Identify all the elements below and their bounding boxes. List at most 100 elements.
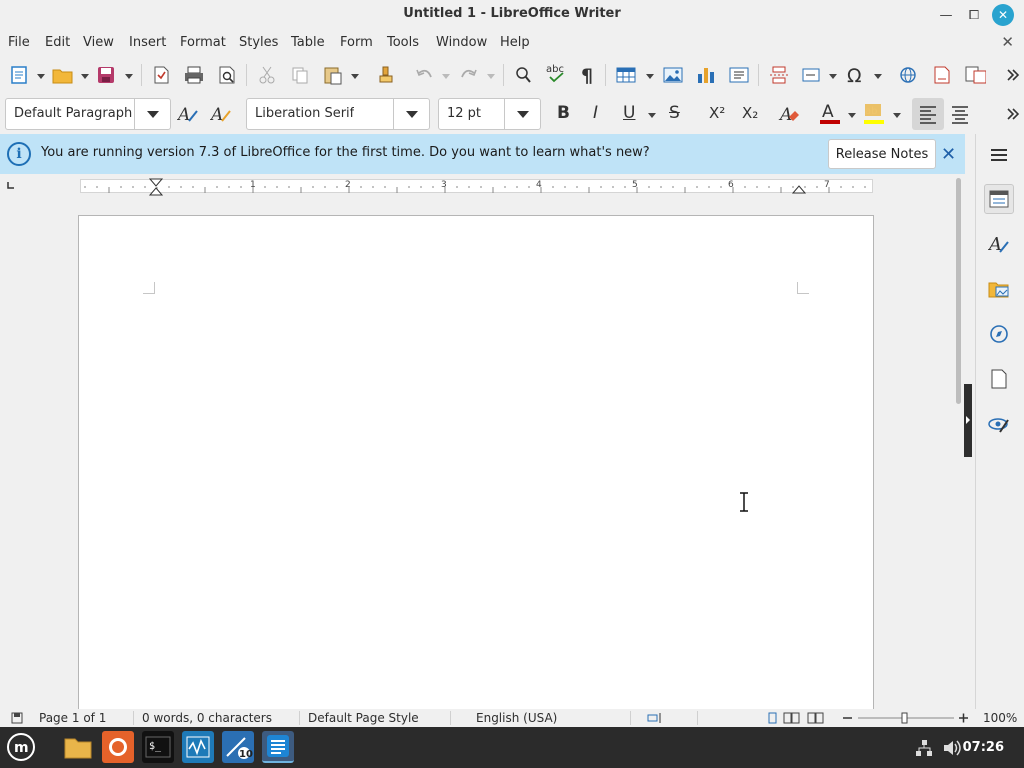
network-icon[interactable] (915, 739, 933, 757)
hamburger-menu-icon[interactable] (984, 140, 1014, 170)
formatting-marks-icon[interactable]: ¶ (577, 64, 599, 86)
menu-window[interactable]: Window (436, 35, 487, 50)
chevron-down-icon[interactable] (81, 74, 89, 79)
sidebar-collapse-handle[interactable] (964, 384, 972, 457)
menu-help[interactable]: Help (500, 35, 530, 50)
close-window-button[interactable]: ✕ (992, 4, 1014, 26)
new-style-icon[interactable]: A (210, 103, 232, 125)
indent-marker-icon[interactable] (149, 178, 163, 196)
menu-form[interactable]: Form (340, 35, 373, 50)
firefox-icon[interactable] (102, 731, 134, 763)
special-character-icon[interactable]: Ω (845, 64, 867, 86)
font-color-icon[interactable]: A (818, 102, 840, 124)
hyperlink-icon[interactable] (898, 64, 920, 86)
find-replace-icon[interactable] (512, 64, 534, 86)
open-folder-icon[interactable] (51, 64, 73, 86)
menu-view[interactable]: View (83, 35, 114, 50)
footnote-icon[interactable] (931, 64, 953, 86)
menu-styles[interactable]: Styles (239, 35, 278, 50)
styles-icon[interactable]: A (984, 229, 1014, 259)
chevron-down-icon[interactable] (848, 113, 856, 118)
close-infobar-icon[interactable]: ✕ (941, 144, 956, 165)
insert-chart-icon[interactable] (695, 64, 717, 86)
menu-tools[interactable]: Tools (387, 35, 419, 50)
zoom-level[interactable]: 100% (983, 711, 1017, 725)
chevron-down-icon[interactable] (646, 74, 654, 79)
properties-icon[interactable] (984, 184, 1014, 214)
chevron-down-icon[interactable] (648, 113, 656, 118)
copy-icon[interactable] (289, 64, 311, 86)
superscript-button[interactable]: X² (709, 104, 725, 122)
chevron-down-icon[interactable] (37, 74, 45, 79)
scrollbar-thumb[interactable] (956, 178, 961, 404)
chevron-down-icon[interactable] (393, 99, 429, 129)
navigator-icon[interactable] (984, 319, 1014, 349)
clear-formatting-icon[interactable]: A (778, 103, 800, 125)
chevron-down-icon[interactable] (351, 74, 359, 79)
cut-icon[interactable] (256, 64, 278, 86)
redo-icon[interactable] (458, 64, 480, 86)
chevron-down-icon[interactable] (487, 74, 495, 79)
page-count[interactable]: Page 1 of 1 (39, 711, 106, 725)
chevron-down-icon[interactable] (829, 74, 837, 79)
zoom-slider[interactable] (840, 711, 972, 725)
update-style-icon[interactable]: A (177, 103, 199, 125)
more-options-icon[interactable] (1002, 103, 1024, 125)
insert-table-icon[interactable] (615, 64, 637, 86)
right-indent-marker-icon[interactable] (792, 184, 806, 194)
style-inspector-icon[interactable] (984, 409, 1014, 439)
clock[interactable]: 07:26 (963, 740, 1004, 755)
volume-icon[interactable] (942, 739, 962, 757)
strikethrough-button[interactable]: S (669, 103, 680, 123)
print-icon[interactable] (183, 64, 205, 86)
bold-button[interactable]: B (557, 103, 570, 123)
page-icon[interactable] (984, 364, 1014, 394)
chevron-down-icon[interactable] (893, 113, 901, 118)
system-monitor-icon[interactable] (182, 731, 214, 763)
chevron-down-icon[interactable] (125, 74, 133, 79)
font-name-combo[interactable]: Liberation Serif (246, 98, 430, 130)
clone-formatting-icon[interactable] (375, 64, 397, 86)
italic-button[interactable]: I (593, 103, 598, 123)
insert-image-icon[interactable] (662, 64, 684, 86)
comment-icon[interactable] (964, 64, 986, 86)
print-preview-icon[interactable] (216, 64, 238, 86)
word-count[interactable]: 0 words, 0 characters (142, 711, 272, 725)
terminal-icon[interactable]: $_ (142, 731, 174, 763)
undo-icon[interactable] (413, 64, 435, 86)
menu-edit[interactable]: Edit (45, 35, 70, 50)
release-notes-button[interactable]: Release Notes (828, 139, 936, 169)
insert-mode-icon[interactable] (647, 712, 665, 724)
software-manager-icon[interactable]: 10 (222, 731, 254, 763)
gallery-icon[interactable] (984, 274, 1014, 304)
mint-menu-icon[interactable]: m (5, 731, 37, 763)
view-layout-icons[interactable] (768, 712, 826, 724)
chevron-down-icon[interactable] (504, 99, 540, 129)
page-break-icon[interactable] (768, 64, 790, 86)
menu-format[interactable]: Format (180, 35, 226, 50)
vertical-scrollbar[interactable] (953, 178, 964, 709)
save-icon[interactable] (95, 64, 117, 86)
minimize-button[interactable]: — (935, 4, 957, 26)
chevron-down-icon[interactable] (874, 74, 882, 79)
paste-icon[interactable] (322, 64, 344, 86)
writer-taskbar-icon[interactable] (262, 731, 294, 763)
new-document-icon[interactable] (8, 64, 30, 86)
menu-insert[interactable]: Insert (129, 35, 166, 50)
menu-file[interactable]: File (8, 35, 30, 50)
highlight-color-icon[interactable]: ab (862, 102, 884, 124)
page-style[interactable]: Default Page Style (308, 711, 419, 725)
export-pdf-icon[interactable] (150, 64, 172, 86)
close-document-button[interactable]: ✕ (1001, 33, 1014, 51)
horizontal-ruler[interactable]: 1 2 3 4 5 6 7 (80, 179, 873, 193)
menu-table[interactable]: Table (291, 35, 325, 50)
align-center-icon[interactable] (949, 103, 971, 125)
spelling-icon[interactable]: abc (545, 62, 567, 84)
chevron-down-icon[interactable] (442, 74, 450, 79)
more-options-icon[interactable] (1002, 64, 1024, 86)
document-page[interactable] (78, 215, 874, 709)
language[interactable]: English (USA) (476, 711, 557, 725)
files-icon[interactable] (62, 731, 94, 763)
underline-button[interactable]: U (623, 103, 635, 123)
insert-field-icon[interactable] (801, 64, 823, 86)
